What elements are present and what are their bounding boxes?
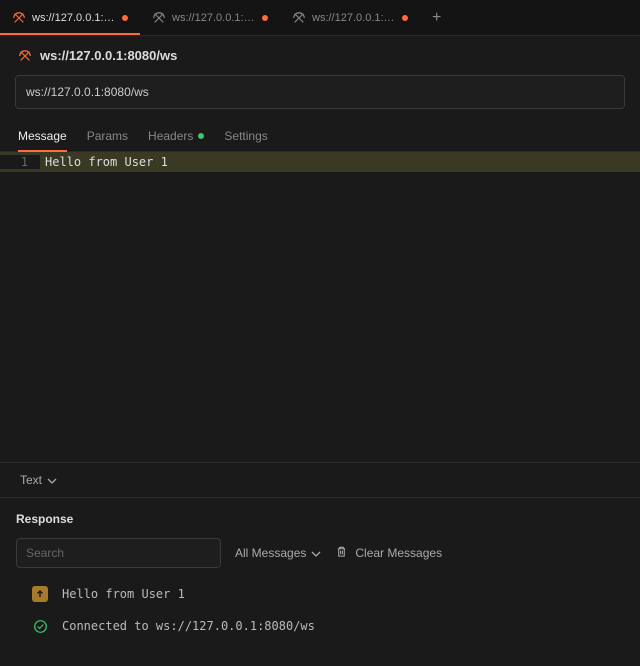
- format-bar: Text: [0, 462, 640, 497]
- message-filter-select[interactable]: All Messages: [235, 546, 321, 560]
- request-title: ws://127.0.0.1:8080/ws: [40, 48, 177, 63]
- dirty-dot-icon: [262, 15, 268, 21]
- clear-label: Clear Messages: [355, 546, 442, 560]
- websocket-icon: [18, 49, 32, 63]
- message-row-connected[interactable]: Connected to ws://127.0.0.1:8080/ws: [16, 610, 624, 642]
- request-subtabs: Message Params Headers Settings: [0, 121, 640, 152]
- tab-3[interactable]: ws://127.0.0.1:8080/ws: [280, 0, 420, 35]
- websocket-icon: [12, 11, 26, 25]
- subtab-message[interactable]: Message: [18, 121, 67, 151]
- subtab-label: Settings: [224, 129, 267, 143]
- filter-label: All Messages: [235, 546, 306, 560]
- indicator-dot-icon: [198, 133, 204, 139]
- format-label: Text: [20, 473, 42, 487]
- request-header: ws://127.0.0.1:8080/ws: [0, 36, 640, 75]
- line-number: 1: [0, 155, 40, 169]
- tab-1[interactable]: ws://127.0.0.1:8080/ws: [0, 0, 140, 35]
- chevron-down-icon: [47, 475, 57, 485]
- line-text: Hello from User 1: [40, 155, 168, 169]
- subtab-params[interactable]: Params: [87, 121, 128, 151]
- clear-messages-button[interactable]: Clear Messages: [335, 545, 442, 561]
- message-row-sent[interactable]: Hello from User 1: [16, 578, 624, 610]
- tab-2[interactable]: ws://127.0.0.1:8080/ws: [140, 0, 280, 35]
- format-select[interactable]: Text: [20, 473, 57, 487]
- dirty-dot-icon: [402, 15, 408, 21]
- trash-icon: [335, 545, 348, 561]
- subtab-headers[interactable]: Headers: [148, 121, 204, 151]
- dirty-dot-icon: [122, 15, 128, 21]
- url-input[interactable]: ws://127.0.0.1:8080/ws: [15, 75, 625, 109]
- new-tab-button[interactable]: +: [420, 9, 453, 27]
- message-text: Hello from User 1: [62, 587, 185, 601]
- response-search-input[interactable]: [16, 538, 221, 568]
- tab-bar: ws://127.0.0.1:8080/ws ws://127.0.0.1:80…: [0, 0, 640, 36]
- arrow-up-icon: [32, 586, 48, 602]
- check-circle-icon: [32, 618, 48, 634]
- tab-label: ws://127.0.0.1:8080/ws: [32, 12, 116, 24]
- websocket-icon: [292, 11, 306, 25]
- message-text: Connected to ws://127.0.0.1:8080/ws: [62, 619, 315, 633]
- websocket-icon: [152, 11, 166, 25]
- subtab-settings[interactable]: Settings: [224, 121, 267, 151]
- tab-label: ws://127.0.0.1:8080/ws: [172, 12, 256, 24]
- response-toolbar: All Messages Clear Messages: [16, 538, 624, 568]
- subtab-label: Headers: [148, 129, 193, 143]
- url-value: ws://127.0.0.1:8080/ws: [26, 85, 149, 99]
- editor-line: 1 Hello from User 1: [0, 152, 640, 172]
- response-title: Response: [16, 512, 624, 526]
- subtab-label: Message: [18, 129, 67, 143]
- response-section: Response All Messages Clear Messages Hel…: [0, 497, 640, 642]
- tab-label: ws://127.0.0.1:8080/ws: [312, 12, 396, 24]
- message-editor[interactable]: 1 Hello from User 1: [0, 152, 640, 462]
- chevron-down-icon: [311, 548, 321, 558]
- subtab-label: Params: [87, 129, 128, 143]
